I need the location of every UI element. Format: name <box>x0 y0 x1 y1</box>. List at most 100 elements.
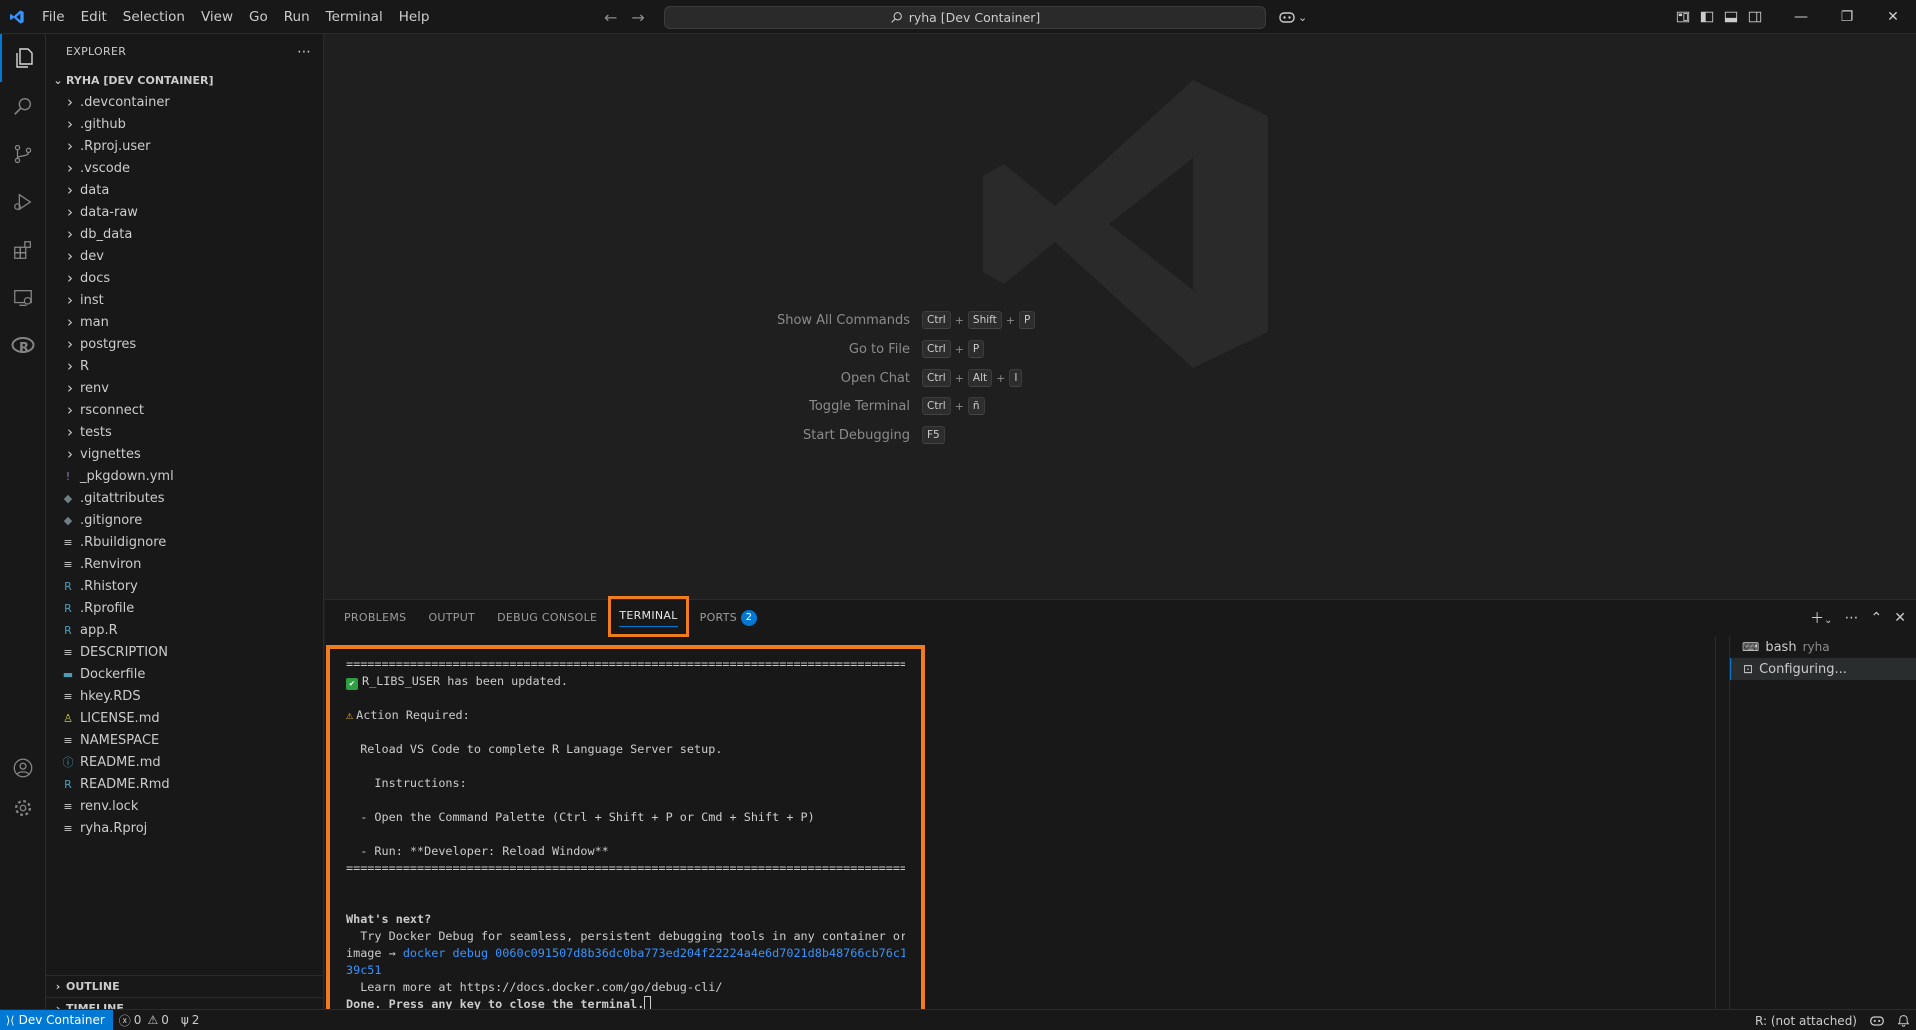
menu-selection[interactable]: Selection <box>115 0 193 34</box>
terminal-scrollbar[interactable] <box>1715 636 1729 1010</box>
folder-item[interactable]: › .github <box>46 113 323 135</box>
key-cap: Ctrl <box>922 397 951 415</box>
chevron-right-icon: › <box>67 357 73 375</box>
toggle-panel-icon[interactable] <box>1724 10 1738 24</box>
tab-terminal[interactable]: TERMINAL <box>619 606 678 627</box>
file-item[interactable]: ≡ renv.lock <box>46 795 323 817</box>
r-session-status[interactable]: R: (not attached) <box>1755 1014 1857 1028</box>
folder-item[interactable]: › data-raw <box>46 201 323 223</box>
file-item[interactable]: ▬ Dockerfile <box>46 663 323 685</box>
folder-item[interactable]: › .Rproj.user <box>46 135 323 157</box>
gear-icon[interactable] <box>0 784 46 832</box>
remote-indicator[interactable]: ⟩⟨ Dev Container <box>0 1009 113 1030</box>
folder-item[interactable]: › .devcontainer <box>46 91 323 113</box>
file-item[interactable]: ≡ .Rbuildignore <box>46 531 323 553</box>
terminal-instance[interactable]: ⊡ Configuring... <box>1730 658 1916 680</box>
terminal-link[interactable]: docker debug 0060c091507d8b36dc0ba773ed2… <box>403 946 905 960</box>
menu-edit[interactable]: Edit <box>73 0 115 34</box>
search-icon[interactable] <box>0 82 46 130</box>
folder-item[interactable]: › .vscode <box>46 157 323 179</box>
file-item[interactable]: ≡ ryha.Rproj <box>46 817 323 839</box>
folder-item[interactable]: › R <box>46 355 323 377</box>
workspace-section-header[interactable]: ⌄ RYHA [DEV CONTAINER] <box>46 69 323 91</box>
menu-run[interactable]: Run <box>276 0 318 34</box>
terminal-output[interactable]: ========================================… <box>326 645 925 1024</box>
outline-section[interactable]: › OUTLINE <box>46 975 324 997</box>
file-item[interactable]: ⓘ README.md <box>46 751 323 773</box>
file-item[interactable]: ♙ LICENSE.md <box>46 707 323 729</box>
terminal-line: Instructions: <box>346 775 905 792</box>
tab-output[interactable]: OUTPUT <box>417 600 486 635</box>
file-name: ryha.Rproj <box>80 820 148 836</box>
folder-item[interactable]: › tests <box>46 421 323 443</box>
file-item[interactable]: ! _pkgdown.yml <box>46 465 323 487</box>
r-extension-icon[interactable]: R <box>0 322 46 370</box>
restore-icon[interactable]: ❐ <box>1824 0 1870 34</box>
file-item[interactable]: ◆ .gitattributes <box>46 487 323 509</box>
folder-item[interactable]: › renv <box>46 377 323 399</box>
shortcut-label[interactable]: Start Debugging <box>582 428 922 443</box>
file-item[interactable]: ≡ NAMESPACE <box>46 729 323 751</box>
menu-file[interactable]: File <box>34 0 73 34</box>
copilot-button[interactable]: ⌄ <box>1278 7 1307 27</box>
notifications-bell-icon[interactable] <box>1897 1014 1910 1027</box>
folder-item[interactable]: › db_data <box>46 223 323 245</box>
folder-item[interactable]: › inst <box>46 289 323 311</box>
command-center[interactable]: ryha [Dev Container] <box>664 6 1266 29</box>
toggle-sidebar-icon[interactable] <box>1700 10 1714 24</box>
ports-antenna-icon: ψ <box>180 1013 189 1027</box>
shortcut-label[interactable]: Open Chat <box>582 371 922 386</box>
tab-problems[interactable]: PROBLEMS <box>333 600 417 635</box>
tab-debug-console[interactable]: DEBUG CONSOLE <box>486 600 608 635</box>
folder-item[interactable]: › vignettes <box>46 443 323 465</box>
menu-go[interactable]: Go <box>241 0 276 34</box>
file-item[interactable]: R README.Rmd <box>46 773 323 795</box>
file-item[interactable]: Rapp.R <box>46 619 323 641</box>
terminal-link[interactable]: 39c51 <box>346 963 382 977</box>
toggle-secondary-sidebar-icon[interactable] <box>1748 10 1762 24</box>
file-item[interactable]: ≡ hkey.RDS <box>46 685 323 707</box>
more-actions-icon[interactable]: ⋯ <box>297 44 311 60</box>
menu-terminal[interactable]: Terminal <box>318 0 391 34</box>
folder-item[interactable]: › postgres <box>46 333 323 355</box>
key-plus: + <box>1005 313 1015 327</box>
file-item[interactable]: ◆ .gitignore <box>46 509 323 531</box>
tab-ports[interactable]: PORTS 2 <box>689 600 768 635</box>
close-panel-icon[interactable]: ✕ <box>1894 610 1906 626</box>
terminal-instance[interactable]: ⌨ bash ryha <box>1730 636 1916 658</box>
file-item[interactable]: R .Rhistory <box>46 575 323 597</box>
folder-item[interactable]: › data <box>46 179 323 201</box>
remote-explorer-icon[interactable] <box>0 274 46 322</box>
more-actions-icon[interactable]: ⋯ <box>1845 610 1859 626</box>
problems-status[interactable]: ⓧ 0 ⚠ 0 <box>113 1012 175 1029</box>
folder-item[interactable]: › rsconnect <box>46 399 323 421</box>
folder-item[interactable]: › dev <box>46 245 323 267</box>
shortcut-label[interactable]: Go to File <box>582 342 922 357</box>
source-control-icon[interactable] <box>0 130 46 178</box>
menu-help[interactable]: Help <box>391 0 438 34</box>
folder-item[interactable]: › docs <box>46 267 323 289</box>
shortcut-label[interactable]: Toggle Terminal <box>582 399 922 414</box>
file-item[interactable]: ≡ .Renviron <box>46 553 323 575</box>
run-debug-icon[interactable] <box>0 178 46 226</box>
back-arrow-icon[interactable]: ← <box>604 8 617 27</box>
explorer-icon[interactable] <box>0 34 46 82</box>
close-icon[interactable]: ✕ <box>1870 0 1916 34</box>
menu-view[interactable]: View <box>193 0 241 34</box>
forward-arrow-icon[interactable]: → <box>631 8 644 27</box>
copilot-icon[interactable] <box>1869 1014 1885 1027</box>
file-item[interactable]: R .Rprofile <box>46 597 323 619</box>
maximize-panel-icon[interactable]: ⌃ <box>1871 610 1883 626</box>
shortcut-label[interactable]: Show All Commands <box>582 313 922 328</box>
folder-item[interactable]: › man <box>46 311 323 333</box>
status-right: R: (not attached) <box>1755 1010 1910 1030</box>
customize-layout-icon[interactable] <box>1676 10 1690 24</box>
ports-status[interactable]: ψ 2 <box>175 1013 206 1027</box>
file-name: hkey.RDS <box>80 688 141 704</box>
new-terminal-icon[interactable]: ＋⌄ <box>1810 608 1832 628</box>
file-item[interactable]: ≡ DESCRIPTION <box>46 641 323 663</box>
minimize-icon[interactable]: — <box>1778 0 1824 34</box>
file-name: .Rprofile <box>80 600 135 616</box>
extensions-icon[interactable] <box>0 226 46 274</box>
